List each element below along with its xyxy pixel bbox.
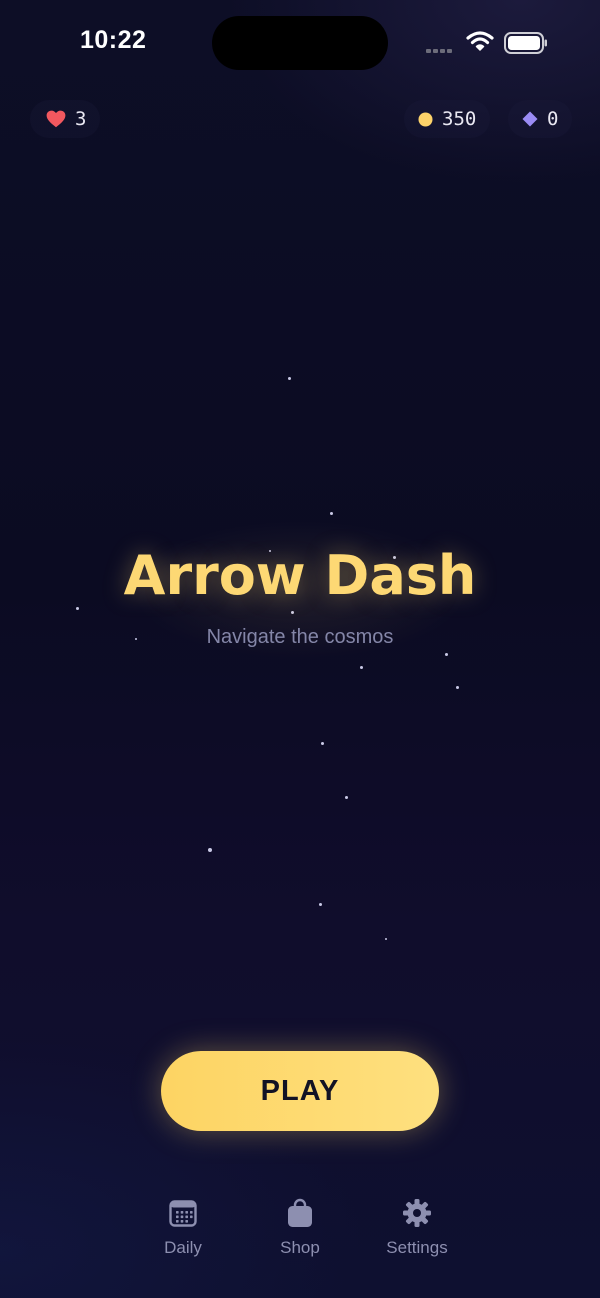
dynamic-island xyxy=(212,16,388,70)
cellular-signal-icon xyxy=(426,40,454,58)
nav-shop-label: Shop xyxy=(280,1238,320,1257)
heart-icon xyxy=(46,110,66,128)
gems-value: 0 xyxy=(547,108,559,130)
coin-icon xyxy=(418,112,433,126)
game-home-screen: 10:22 3 350 0 Arrow Dash Navigate the co… xyxy=(0,0,600,1298)
game-title: Arrow Dash xyxy=(123,544,477,607)
star xyxy=(288,377,291,380)
play-button[interactable]: PLAY xyxy=(161,1051,439,1131)
nav-daily[interactable]: Daily xyxy=(133,1196,233,1258)
nav-daily-label: Daily xyxy=(164,1238,202,1257)
star xyxy=(445,653,448,656)
star xyxy=(76,607,79,610)
gems-counter: 0 xyxy=(508,100,573,138)
nav-settings-label: Settings xyxy=(386,1238,448,1257)
coins-value: 350 xyxy=(442,108,477,130)
lives-value: 3 xyxy=(75,108,87,130)
coins-counter: 350 xyxy=(404,100,491,138)
shopping-bag-icon xyxy=(286,1196,314,1230)
nav-shop[interactable]: Shop xyxy=(250,1196,350,1258)
gear-icon xyxy=(402,1196,432,1230)
star xyxy=(321,742,324,745)
calendar-icon xyxy=(169,1196,197,1230)
star xyxy=(360,666,363,669)
star xyxy=(385,938,387,940)
star xyxy=(456,686,459,689)
battery-icon xyxy=(504,32,548,59)
star xyxy=(345,796,348,799)
lives-counter: 3 xyxy=(30,100,101,138)
play-button-label: PLAY xyxy=(260,1074,340,1107)
status-time: 10:22 xyxy=(80,26,147,54)
star xyxy=(330,512,333,515)
wifi-icon xyxy=(466,30,494,57)
star xyxy=(208,848,212,852)
star xyxy=(319,903,322,906)
nav-settings[interactable]: Settings xyxy=(367,1196,467,1258)
gem-icon xyxy=(522,111,538,127)
game-subtitle: Navigate the cosmos xyxy=(206,626,394,648)
